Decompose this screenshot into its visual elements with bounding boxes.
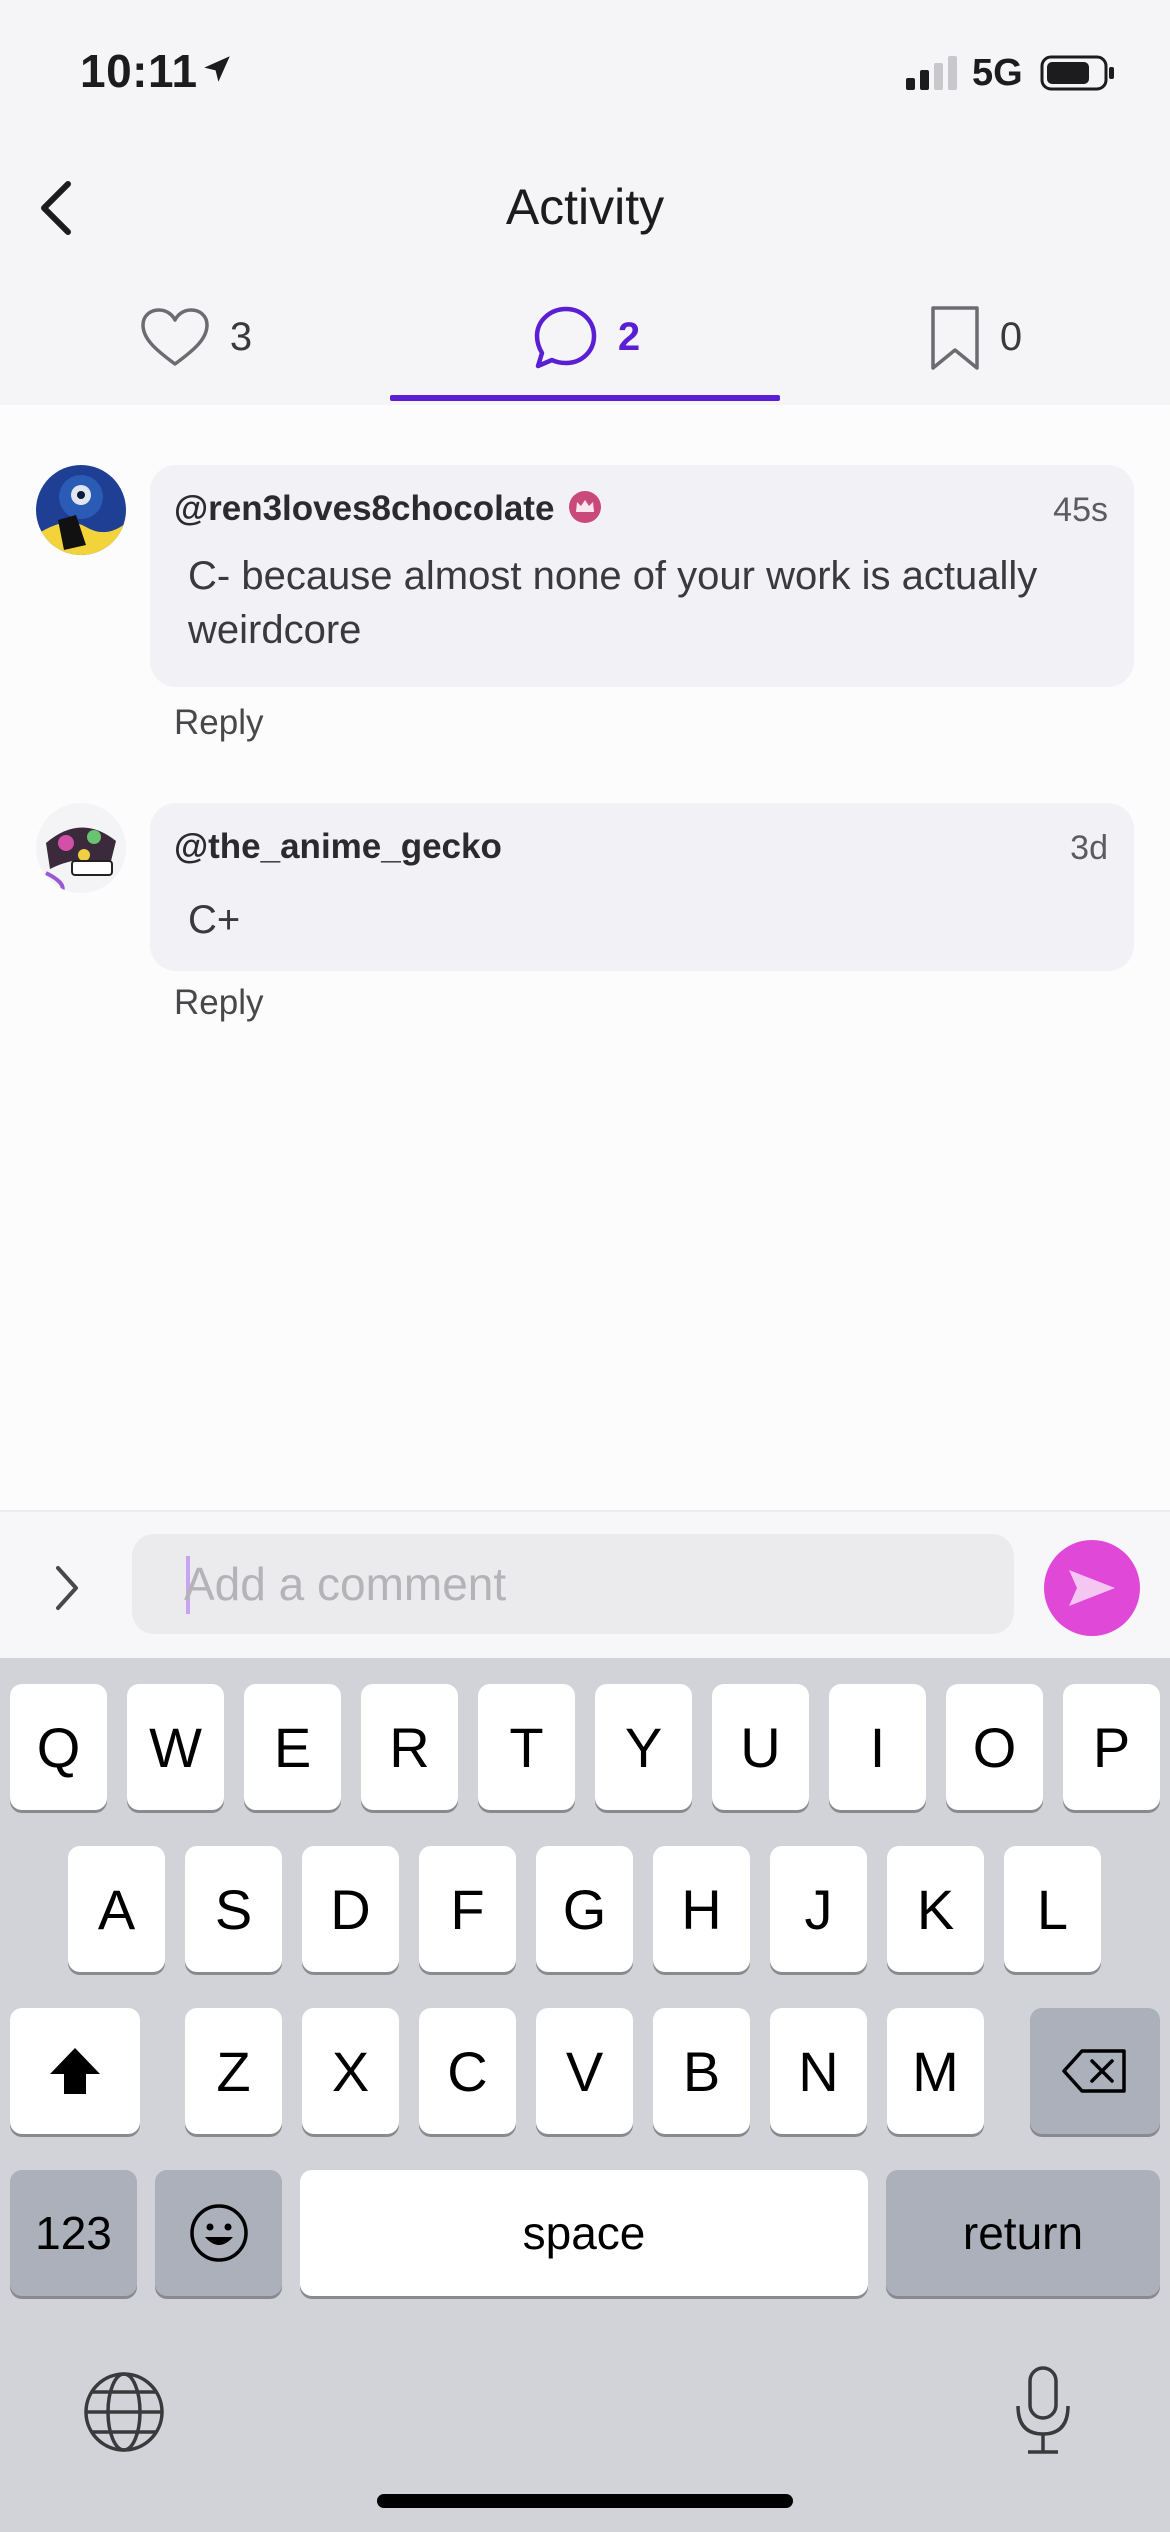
numbers-key[interactable]: 123: [10, 2170, 137, 2296]
heart-icon: [141, 307, 209, 366]
comment-username[interactable]: @ren3loves8chocolate: [174, 489, 602, 529]
key-j[interactable]: J: [770, 1846, 867, 1972]
key-n[interactable]: N: [770, 2008, 867, 2134]
key-e[interactable]: E: [244, 1684, 341, 1810]
comment-bubble: @the_anime_gecko 3d C+: [150, 803, 1134, 971]
key-t[interactable]: T: [478, 1684, 575, 1810]
tab-saves[interactable]: 0: [780, 270, 1170, 405]
location-arrow-icon: [204, 56, 230, 82]
signal-icon: [906, 56, 957, 90]
page-title: Activity: [505, 179, 665, 235]
likes-count: 3: [229, 315, 253, 359]
key-v[interactable]: V: [536, 2008, 633, 2134]
key-m[interactable]: M: [887, 2008, 984, 2134]
tab-comments[interactable]: 2: [390, 270, 780, 405]
key-k[interactable]: K: [887, 1846, 984, 1972]
key-x[interactable]: X: [302, 2008, 399, 2134]
key-c[interactable]: C: [419, 2008, 516, 2134]
keyboard: Q W E R T Y U I O P A S D F G H J K L Z …: [0, 1658, 1170, 2532]
comment-username[interactable]: @the_anime_gecko: [174, 827, 502, 867]
key-o[interactable]: O: [946, 1684, 1043, 1810]
reply-button[interactable]: Reply: [174, 983, 263, 1023]
key-b[interactable]: B: [653, 2008, 750, 2134]
status-bar: 10:11 5G: [0, 0, 1170, 150]
crown-badge-icon: [569, 490, 602, 523]
comment-text: C+: [188, 898, 241, 942]
key-p[interactable]: P: [1063, 1684, 1160, 1810]
home-indicator: [377, 2494, 793, 2508]
key-q[interactable]: Q: [10, 1684, 107, 1810]
key-h[interactable]: H: [653, 1846, 750, 1972]
key-u[interactable]: U: [712, 1684, 809, 1810]
key-r[interactable]: R: [361, 1684, 458, 1810]
comment-time: 45s: [1053, 491, 1108, 529]
backspace-icon: [1062, 2049, 1126, 2093]
avatar[interactable]: [36, 465, 126, 555]
microphone-icon[interactable]: [1012, 2364, 1074, 2458]
backspace-key[interactable]: [1030, 2008, 1160, 2134]
saves-count: 0: [999, 315, 1023, 359]
space-key[interactable]: space: [300, 2170, 868, 2296]
key-w[interactable]: W: [127, 1684, 224, 1810]
comment-list: @ren3loves8chocolate 45s C- because almo…: [0, 405, 1170, 1510]
key-z[interactable]: Z: [185, 2008, 282, 2134]
key-d[interactable]: D: [302, 1846, 399, 1972]
return-key[interactable]: return: [886, 2170, 1160, 2296]
key-y[interactable]: Y: [595, 1684, 692, 1810]
header: Activity: [0, 150, 1170, 270]
emoji-key[interactable]: [155, 2170, 282, 2296]
chevron-right-icon[interactable]: [50, 1562, 84, 1614]
key-f[interactable]: F: [419, 1846, 516, 1972]
key-g[interactable]: G: [536, 1846, 633, 1972]
status-time: 10:11: [80, 45, 198, 97]
active-tab-indicator: [390, 395, 780, 401]
globe-icon[interactable]: [82, 2370, 166, 2454]
comment-field[interactable]: [132, 1534, 1014, 1634]
comment-bubble: @ren3loves8chocolate 45s C- because almo…: [150, 465, 1134, 687]
avatar[interactable]: [36, 803, 126, 893]
send-button[interactable]: [1044, 1540, 1140, 1636]
key-a[interactable]: A: [68, 1846, 165, 1972]
comments-count: 2: [617, 315, 641, 359]
comment-input-bar: [0, 1510, 1170, 1658]
comment-time: 3d: [1070, 829, 1108, 867]
emoji-icon: [189, 2204, 248, 2262]
send-icon: [1069, 1570, 1115, 1606]
chat-bubble-icon: [534, 306, 597, 368]
tab-likes[interactable]: 3: [0, 270, 390, 405]
comment-text: C- because almost none of your work is a…: [188, 554, 1038, 652]
username-text: @ren3loves8chocolate: [174, 489, 555, 528]
bookmark-icon: [931, 305, 979, 370]
comment-input[interactable]: [184, 1534, 984, 1634]
key-i[interactable]: I: [829, 1684, 926, 1810]
shift-key[interactable]: [10, 2008, 140, 2134]
key-l[interactable]: L: [1004, 1846, 1101, 1972]
activity-tabs: 3 2 0: [0, 270, 1170, 405]
battery-icon: [1040, 55, 1114, 91]
network-label: 5G: [972, 52, 1023, 94]
reply-button[interactable]: Reply: [174, 703, 263, 743]
shift-arrow-icon: [50, 2048, 100, 2094]
key-s[interactable]: S: [185, 1846, 282, 1972]
